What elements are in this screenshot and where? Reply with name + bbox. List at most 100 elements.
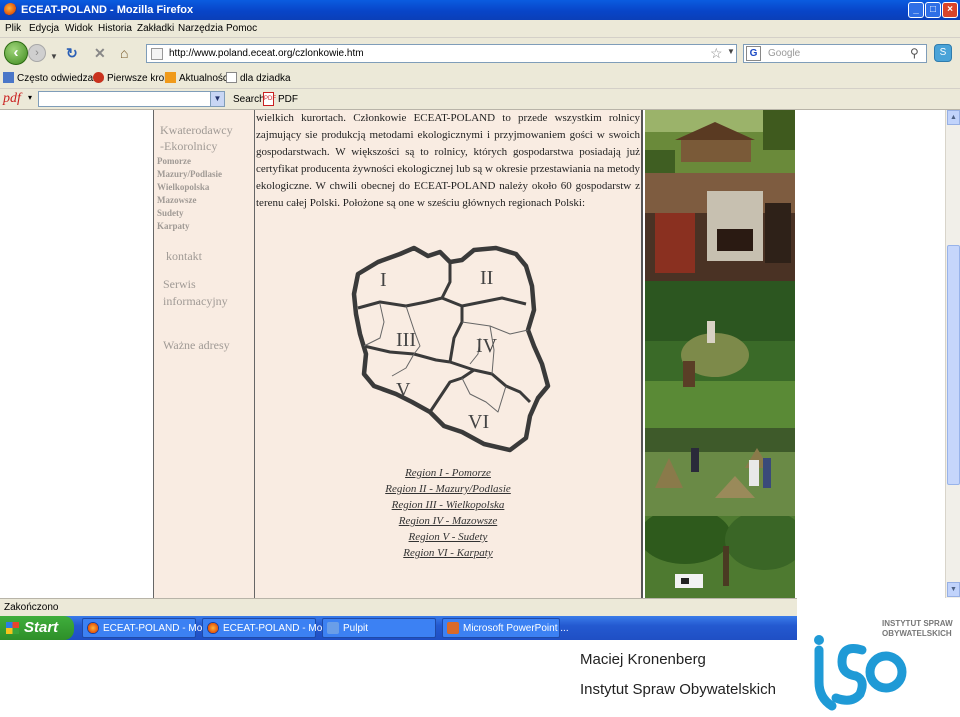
logo-line-1: INSTYTUT SPRAW [882,619,953,628]
page-icon [226,72,237,83]
maximize-button[interactable]: □ [925,2,941,18]
google-engine-icon[interactable]: G [746,46,761,61]
status-bar: Zakończono [0,598,797,616]
logo-line-2: OBYWATELSKICH [882,629,952,638]
pdf-file-icon[interactable]: PDF [263,92,276,106]
sidebar-ekorolnicy[interactable]: -Ekorolnicy [160,139,217,154]
pdf-menu-arrow-icon[interactable]: ▾ [28,93,32,102]
bookmark-dziadka[interactable]: dla dziadka [226,72,291,84]
sidebar-region-karpaty[interactable]: Karpaty [157,221,190,231]
start-label: Start [24,619,59,636]
map-label-4: IV [476,335,498,357]
addon-icon[interactable]: S [934,44,952,62]
window-title: ECEAT-POLAND - Mozilla Firefox [21,4,194,16]
task-powerpoint[interactable]: Microsoft PowerPoint ... [442,618,569,638]
search-magnifier-icon[interactable]: ⚲ [910,46,919,60]
scroll-thumb[interactable] [947,245,960,485]
sidebar-region-sudety[interactable]: Sudety [157,208,184,218]
map-label-3: III [396,329,416,351]
bookmark-czesto[interactable]: Często odwiedzane [3,72,104,84]
map-label-6: VI [468,411,489,433]
region-link-mazowsze[interactable]: Region IV - Mazowsze [255,515,641,527]
sidebar-nav: Kwaterodawcy -Ekorolnicy Pomorze Mazury/… [153,110,255,598]
select-dropdown-icon[interactable]: ▼ [210,92,224,106]
bookmark-star-icon[interactable]: ☆ [710,45,723,62]
region-link-pomorze[interactable]: Region I - Pomorze [255,467,641,479]
scroll-up-icon[interactable]: ▲ [947,110,960,125]
photo-wooden-cottage [645,110,795,173]
photo-hay-wagon [645,281,795,428]
reload-icon[interactable]: ↻ [66,46,78,60]
organization-name: Instytut Spraw Obywatelskich [580,681,776,698]
pdf-button-label[interactable]: PDF [278,94,298,105]
rss-icon [165,72,176,83]
history-dropdown-icon[interactable]: ▼ [50,50,58,64]
status-text: Zakończono [4,602,59,613]
task-firefox-1[interactable]: ECEAT-POLAND - Mo... [82,618,211,638]
task-pulpit[interactable]: Pulpit [322,618,436,638]
menu-zakladki[interactable]: Zakładki [137,23,174,34]
back-button[interactable]: ‹ [4,41,28,65]
sidebar-region-mazury[interactable]: Mazury/Podlasie [157,169,222,179]
firefox-icon [87,622,99,634]
stop-icon[interactable]: ✕ [94,46,106,60]
task-firefox-2[interactable]: ECEAT-POLAND - Mo... [202,618,331,638]
photo-interior-stove [645,173,795,281]
sidebar-wazne-adresy[interactable]: Ważne adresy [163,338,230,353]
sidebar-kwaterodawcy[interactable]: Kwaterodawcy [160,123,233,138]
region-link-mazury[interactable]: Region II - Mazury/Podlasie [255,483,641,495]
sidebar-region-pomorze[interactable]: Pomorze [157,156,191,166]
page-favicon-icon [151,48,163,60]
menu-pomoc[interactable]: Pomoc [226,23,257,34]
intro-paragraph: wielkich kurortach. Członkowie ECEAT-POL… [256,112,640,209]
menu-historia[interactable]: Historia [98,23,132,34]
photo-strip [641,110,795,598]
map-label-2: II [480,267,493,289]
powerpoint-icon [447,622,459,634]
menu-edycja[interactable]: Edycja [29,23,59,34]
menu-bar: Plik Edycja Widok Historia Zakładki Narz… [0,20,960,38]
search-placeholder[interactable]: Google [768,48,800,59]
region-link-sudety[interactable]: Region V - Sudety [255,531,641,543]
red-bookmark-icon [93,72,104,83]
sidebar-serwis[interactable]: Serwis [163,277,196,292]
photo-haymaking-field [645,428,795,516]
search-box[interactable]: G Google ⚲ [743,44,927,63]
pdf-search-select[interactable]: ▼ [38,91,225,107]
menu-widok[interactable]: Widok [65,23,93,34]
sidebar-region-mazowsze[interactable]: Mazowsze [157,195,196,205]
main-column: wielkich kurortach. Członkowie ECEAT-POL… [255,110,641,598]
url-text[interactable]: http://www.poland.eceat.org/czlonkowie.h… [169,48,364,59]
desktop-icon [327,622,339,634]
pdf-search-button[interactable]: Search [233,94,265,105]
address-bar[interactable]: http://www.poland.eceat.org/czlonkowie.h… [146,44,737,63]
map-label-5: V [396,379,411,401]
vertical-scrollbar[interactable]: ▲ ▼ [945,110,960,598]
minimize-button[interactable]: _ [908,2,924,18]
close-button[interactable]: × [942,2,958,18]
bookmarks-toolbar: Często odwiedzane Pierwsze kroki Aktualn… [0,68,960,89]
scroll-down-icon[interactable]: ▼ [947,582,960,597]
sidebar-kontakt[interactable]: kontakt [166,249,202,264]
iso-logo: INSTYTUT SPRAW OBYWATELSKICH [814,619,953,711]
logo-iso-mark [814,635,907,711]
sidebar-informacyjny[interactable]: informacyjny [163,294,228,309]
pdf-toolbar: pdf ▾ ▼ Search PDF PDF [0,89,960,110]
pdf-logo: pdf [3,91,21,106]
url-dropdown-icon[interactable]: ▼ [727,47,735,56]
windows-logo-icon [6,622,19,634]
bookmark-aktualnosci[interactable]: Aktualności [165,72,230,84]
firefox-icon [207,622,219,634]
poland-regions-map: I II III IV V VI [351,245,551,453]
firefox-icon [4,3,17,16]
menu-narzedzia[interactable]: Narzędzia [178,23,223,34]
sidebar-region-wielkopolska[interactable]: Wielkopolska [157,182,209,192]
region-link-karpaty[interactable]: Region VI - Karpaty [255,547,641,559]
bookmark-pierwsze[interactable]: Pierwsze kroki [93,72,171,84]
region-link-wielkopolska[interactable]: Region III - Wielkopolska [255,499,641,511]
forward-button[interactable]: › [28,44,46,62]
menu-plik[interactable]: Plik [5,23,21,34]
navigation-toolbar: ‹ › ▼ ↻ ✕ ⌂ http://www.poland.eceat.org/… [0,38,960,68]
home-icon[interactable]: ⌂ [120,46,128,60]
start-button[interactable]: Start [0,616,74,640]
